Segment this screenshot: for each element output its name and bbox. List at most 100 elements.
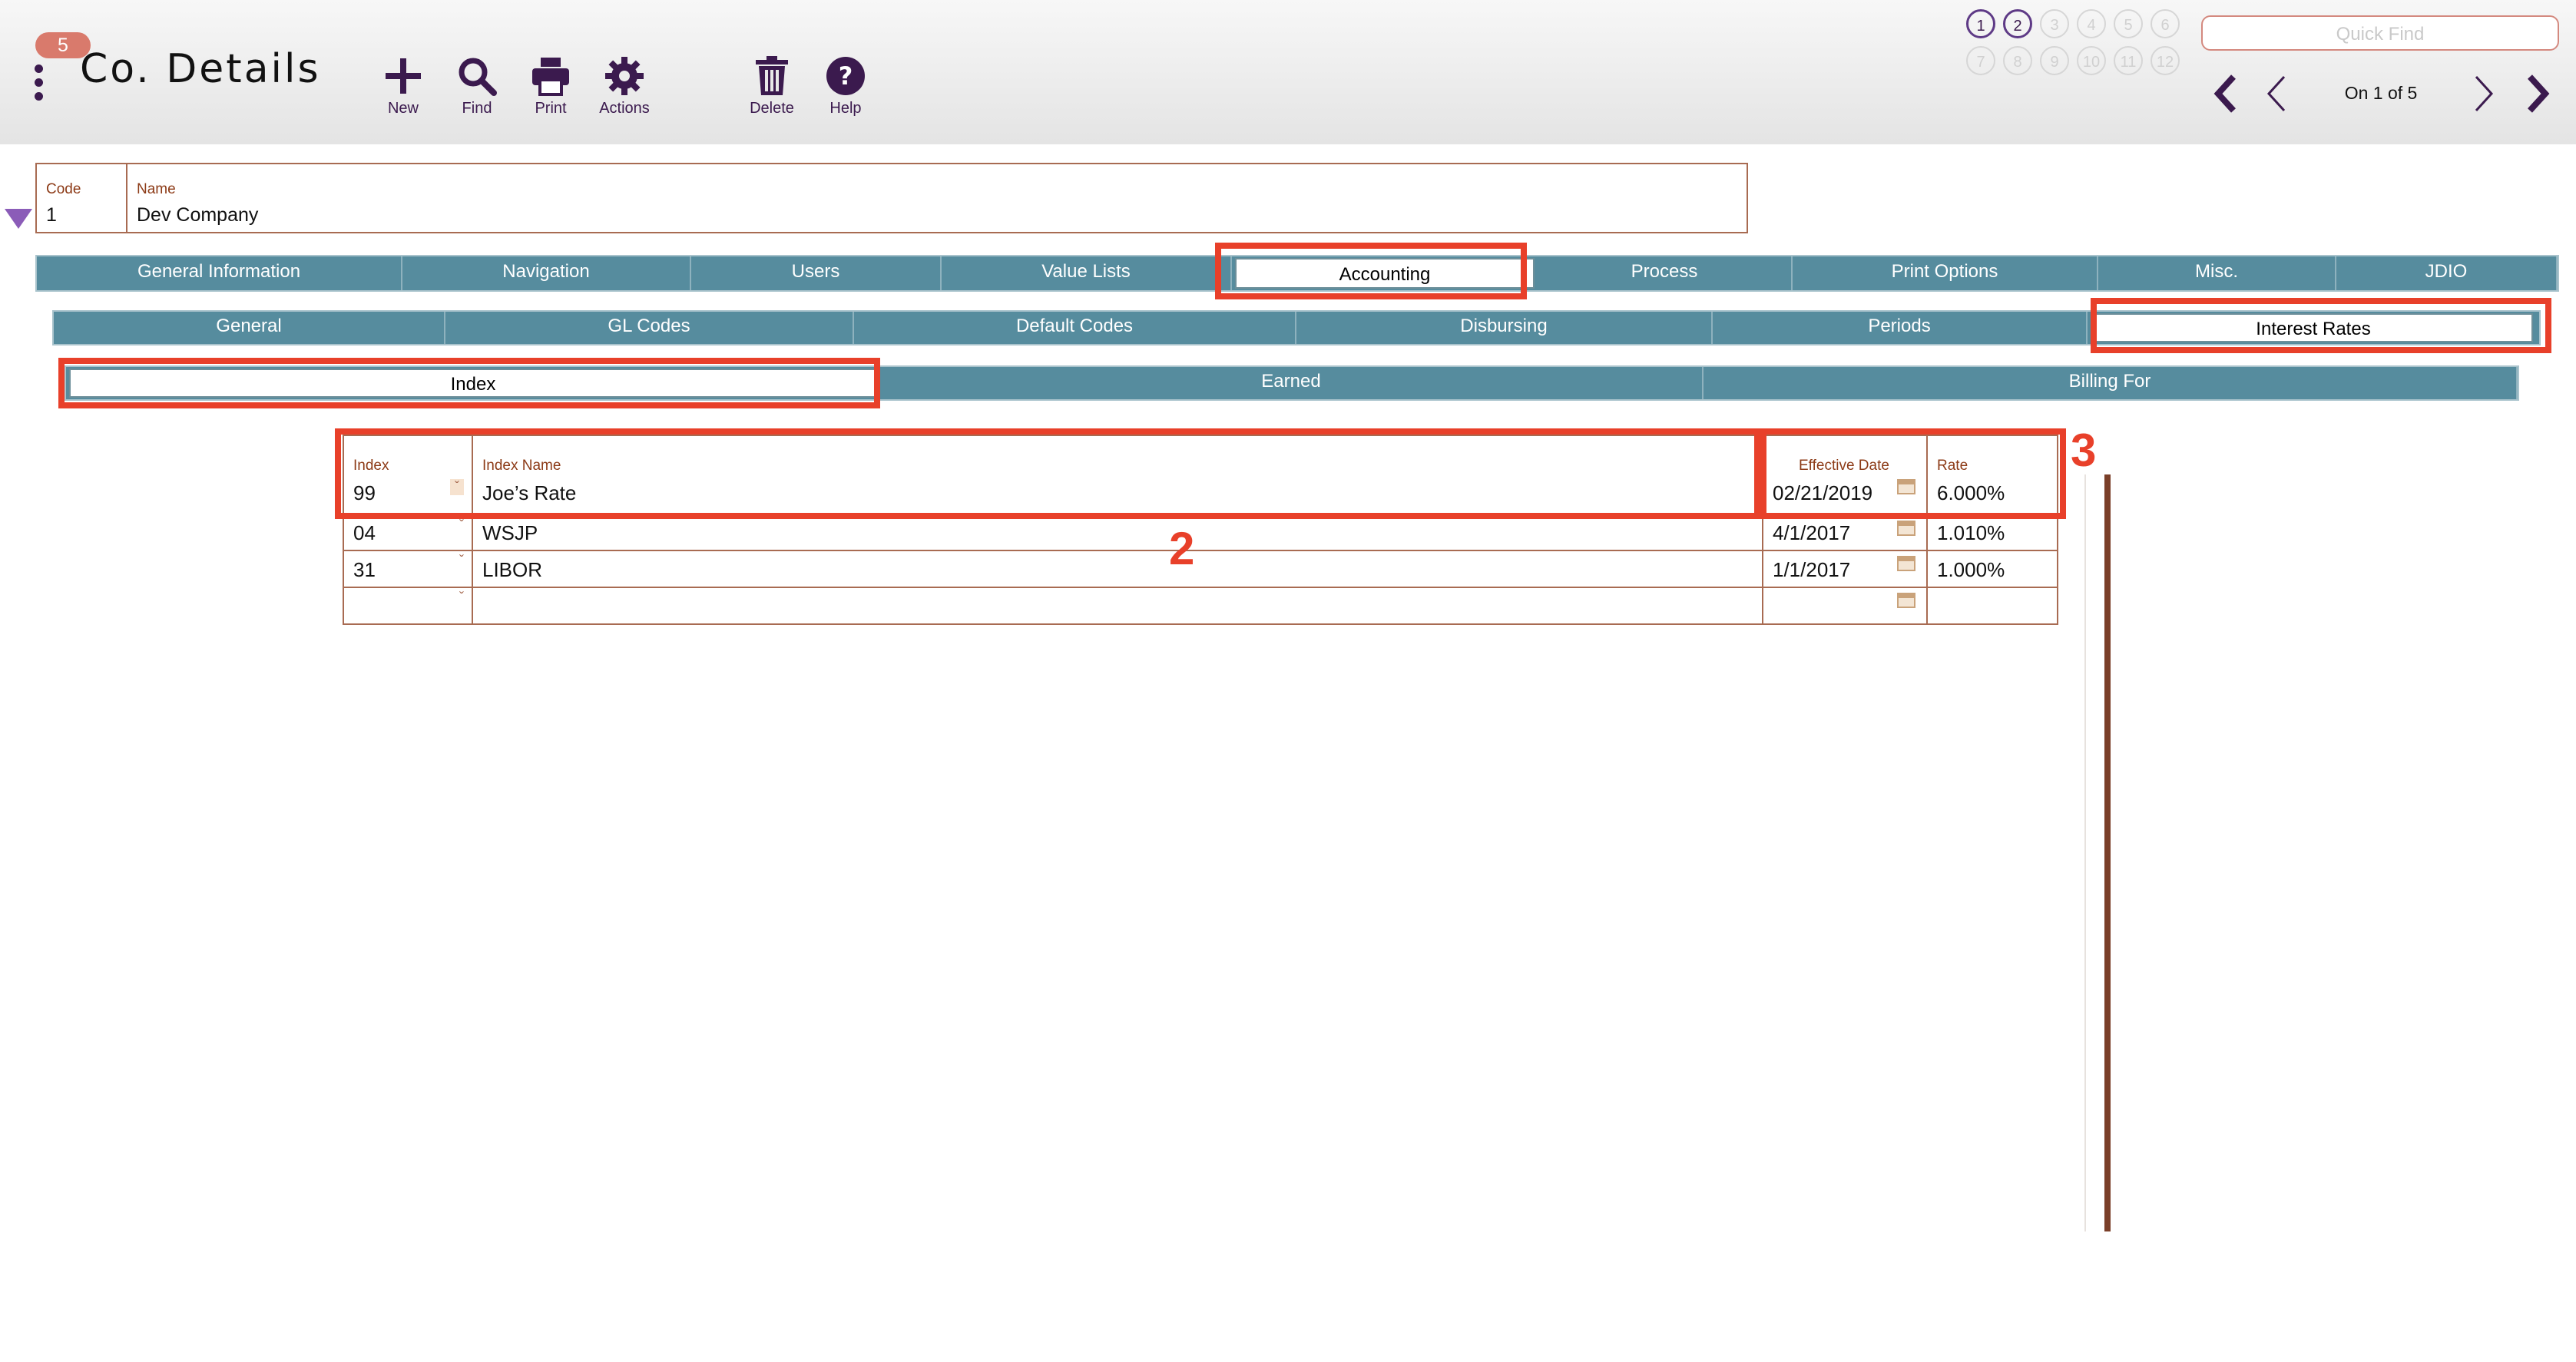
first-record-button[interactable] [2206, 71, 2244, 117]
window-circle-5[interactable]: 5 [2114, 9, 2143, 38]
window-circle-9[interactable]: 9 [2040, 46, 2069, 75]
rate-cell[interactable] [1926, 587, 2058, 625]
annotation-3: 3 [2071, 425, 2097, 476]
double-chevron-right-icon [2528, 74, 2550, 113]
tab-print-options[interactable]: Print Options [1793, 256, 2098, 290]
window-circle-6[interactable]: 6 [2151, 9, 2180, 38]
subtab-default-codes[interactable]: Default Codes [854, 312, 1296, 344]
effective-date-cell[interactable]: 1/1/2017 [1762, 550, 1928, 588]
chevron-down-icon[interactable]: ˇ [450, 479, 464, 495]
toolbar-header: 5 Co. Details New Find Print Actions Del… [0, 0, 2576, 144]
index-cell[interactable]: 04 ˇ [343, 514, 473, 551]
rate-cell[interactable]: 1.010% [1926, 514, 2058, 551]
subtab-periods[interactable]: Periods [1713, 312, 2088, 344]
quick-find-input[interactable]: Quick Find [2201, 15, 2559, 51]
index-name-cell[interactable] [472, 587, 1763, 625]
window-circle-8[interactable]: 8 [2003, 46, 2032, 75]
new-button[interactable]: New [366, 55, 440, 121]
next-record-button[interactable] [2464, 71, 2502, 117]
chevron-down-icon[interactable]: ˇ [459, 553, 464, 569]
tab-navigation[interactable]: Navigation [402, 256, 691, 290]
index-name-cell[interactable]: Index Name Joe’s Rate [472, 435, 1763, 516]
calendar-icon[interactable] [1897, 556, 1915, 571]
rate-value: 1.000% [1937, 558, 2005, 581]
find-label: Find [462, 100, 492, 117]
name-field[interactable]: Name Dev Company [126, 163, 1748, 233]
chevron-down-icon[interactable]: ˇ [459, 517, 464, 534]
window-circle-11[interactable]: 11 [2114, 46, 2143, 75]
effective-date-value: 02/21/2019 [1773, 481, 1873, 504]
find-button[interactable]: Find [440, 55, 514, 121]
actions-label: Actions [599, 100, 650, 117]
help-button[interactable]: ? Help [809, 55, 882, 121]
sub-tab-bar: General GL Codes Default Codes Disbursing Pe… [52, 310, 2541, 345]
name-value: Dev Company [137, 204, 259, 226]
actions-button[interactable]: Actions [588, 55, 661, 121]
code-field[interactable]: Code 1 [35, 163, 127, 233]
rate-cell[interactable]: Rate 6.000% [1926, 435, 2058, 516]
window-circle-3[interactable]: 3 [2040, 9, 2069, 38]
printer-icon [532, 58, 569, 96]
index-cell[interactable]: ˇ [343, 587, 473, 625]
tab-accounting[interactable]: Accounting [1235, 258, 1535, 289]
tab-users[interactable]: Users [691, 256, 942, 290]
index-name-value: WSJP [482, 521, 538, 544]
rate-cell[interactable]: 1.000% [1926, 550, 2058, 588]
index-cell[interactable]: Index 99 ˇ [343, 435, 473, 516]
effective-date-cell[interactable]: Effective Date 02/21/2019 [1762, 435, 1928, 516]
calendar-icon[interactable] [1897, 521, 1915, 536]
index-name-cell[interactable]: LIBOR [472, 550, 1763, 588]
search-icon [459, 58, 497, 96]
window-circle-10[interactable]: 10 [2077, 46, 2106, 75]
window-circle-12[interactable]: 12 [2151, 46, 2180, 75]
subtab-disbursing[interactable]: Disbursing [1296, 312, 1713, 344]
rate-value: 6.000% [1937, 481, 2005, 504]
expand-triangle-icon[interactable] [5, 209, 32, 229]
subtab-gl-codes[interactable]: GL Codes [445, 312, 854, 344]
index-value: 04 [353, 521, 376, 544]
delete-label: Delete [750, 100, 794, 117]
double-chevron-left-icon [2213, 74, 2236, 113]
print-button[interactable]: Print [514, 55, 588, 121]
previous-record-button[interactable] [2258, 71, 2296, 117]
window-circle-1[interactable]: 1 [1966, 9, 1995, 38]
index-name-header: Index Name [482, 458, 561, 474]
tab-process[interactable]: Process [1538, 256, 1793, 290]
annotation-2: 2 [1169, 523, 1195, 574]
index-name-value: Joe’s Rate [482, 481, 577, 504]
window-circle-7[interactable]: 7 [1966, 46, 1995, 75]
effective-date-cell[interactable]: 4/1/2017 [1762, 514, 1928, 551]
effective-date-cell[interactable] [1762, 587, 1928, 625]
index-rates-table: Index 99 ˇ Index Name Joe’s Rate Effective Da… [343, 435, 2058, 625]
subtab-general[interactable]: General [54, 312, 445, 344]
effective-date-header: Effective Date [1799, 458, 1889, 474]
ratetab-earned[interactable]: Earned [880, 367, 1704, 399]
print-label: Print [535, 100, 567, 117]
calendar-icon[interactable] [1897, 593, 1915, 608]
index-name-value: LIBOR [482, 558, 543, 581]
tab-jdio[interactable]: JDIO [2336, 256, 2558, 290]
tab-general-information[interactable]: General Information [37, 256, 402, 290]
ratetab-billing-for[interactable]: Billing For [1704, 367, 2518, 399]
last-record-button[interactable] [2519, 71, 2558, 117]
vertical-scrollbar[interactable] [2104, 474, 2111, 1231]
delete-button[interactable]: Delete [735, 55, 809, 121]
more-menu-icon[interactable] [32, 64, 46, 106]
index-cell[interactable]: 31 ˇ [343, 550, 473, 588]
window-circle-4[interactable]: 4 [2077, 9, 2106, 38]
tab-value-lists[interactable]: Value Lists [942, 256, 1232, 290]
subtab-interest-rates[interactable]: Interest Rates [2094, 313, 2533, 342]
index-name-cell[interactable]: WSJP [472, 514, 1763, 551]
window-circle-2[interactable]: 2 [2003, 9, 2032, 38]
chevron-right-icon [2475, 75, 2494, 112]
ratetab-index[interactable]: Index [69, 369, 877, 398]
main-tab-bar: General Information Navigation Users Value … [35, 255, 2559, 292]
chevron-down-icon[interactable]: ˇ [459, 590, 464, 606]
rate-header: Rate [1937, 458, 1968, 474]
chevron-left-icon [2266, 75, 2286, 112]
calendar-icon[interactable] [1897, 479, 1915, 494]
record-position: On 1 of 5 [2344, 83, 2418, 103]
rate-value: 1.010% [1937, 521, 2005, 544]
new-label: New [387, 100, 419, 117]
tab-misc[interactable]: Misc. [2098, 256, 2336, 290]
